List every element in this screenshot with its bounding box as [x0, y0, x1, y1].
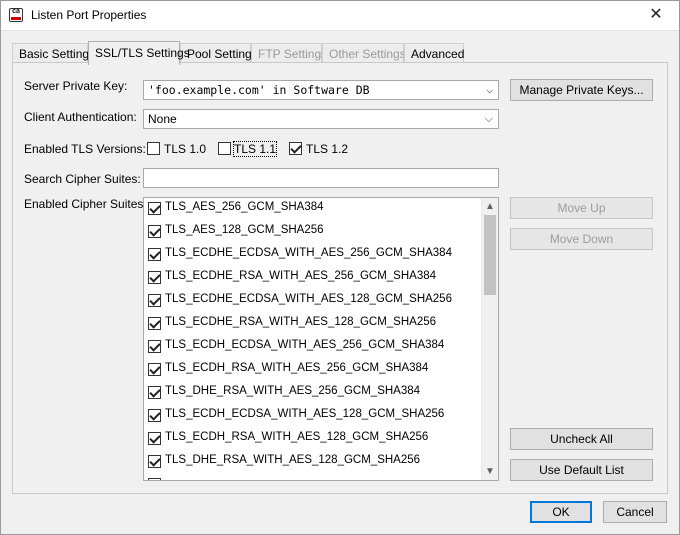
cipher-checkbox[interactable] — [148, 432, 161, 445]
tab-advanced[interactable]: Advanced — [404, 43, 464, 64]
list-item[interactable]: TLS_AES_256_GCM_SHA384 — [144, 198, 482, 221]
chevron-down-icon: ⌵ — [486, 83, 493, 96]
cipher-name: TLS_DHE_RSA_WITH_AES_128_GCM_SHA256 — [165, 454, 421, 466]
cipher-checkbox[interactable] — [148, 340, 161, 353]
tls-1-2-checkbox[interactable] — [289, 142, 302, 155]
scroll-thumb[interactable] — [484, 215, 496, 295]
uncheck-all-button[interactable]: Uncheck All — [510, 428, 653, 450]
list-item[interactable]: TLS_ECDH_RSA_WITH_AES_128_GCM_SHA256 — [144, 428, 482, 451]
list-item[interactable]: TLS_ECDHE_ECDSA_WITH_AES_256_GCM_SHA384 — [144, 244, 482, 267]
list-item[interactable]: TLS_ECDH_ECDSA_WITH_AES_128_GCM_SHA256 — [144, 405, 482, 428]
cipher-name: TLS_ECDHE_RSA_WITH_AES_128_GCM_SHA256 — [165, 316, 437, 328]
cipher-name: TLS_DHE_RSA_WITH_AES_256_GCM_SHA384 — [165, 385, 421, 397]
tab-other-settings: Other Settings — [322, 43, 406, 64]
list-item[interactable]: TLS_DHE_RSA_WITH_AES_256_GCM_SHA384 — [144, 382, 482, 405]
cipher-name: TLS_ECDH_RSA_WITH_AES_256_GCM_SHA384 — [165, 362, 429, 374]
cipher-checkbox[interactable] — [148, 202, 161, 215]
cipher-name: TLS_AES_128_GCM_SHA256 — [165, 224, 324, 236]
search-cipher-input[interactable] — [143, 168, 499, 188]
tab-ftp-settings: FTP Settings — [251, 43, 327, 64]
search-cipher-label: Search Cipher Suites: — [24, 172, 141, 186]
cancel-button[interactable]: Cancel — [603, 501, 667, 523]
use-default-list-button[interactable]: Use Default List — [510, 459, 653, 481]
tab-ssl-tls-settings[interactable]: SSL/TLS Settings — [88, 41, 190, 65]
cipher-checkbox[interactable] — [148, 478, 161, 480]
tab-basic-settings[interactable]: Basic Settings — [12, 43, 95, 64]
cipher-checkbox[interactable] — [148, 455, 161, 468]
client-auth-dropdown[interactable]: None ⌵ — [143, 109, 499, 129]
tls-1-2-label: TLS 1.2 — [306, 142, 349, 156]
tls-1-1-label: TLS 1.1 — [232, 141, 278, 157]
list-item[interactable]: TLS_ECDH_RSA_WITH_AES_256_GCM_SHA384 — [144, 359, 482, 382]
ok-button[interactable]: OK — [530, 501, 592, 523]
cipher-name: TLS_ECDH_ECDSA_WITH_AES_128_GCM_SHA256 — [165, 408, 445, 420]
cipher-checkbox[interactable] — [148, 409, 161, 422]
cipher-name: TLS_ECDHE_ECDSA_WITH_AES_256_GCM_SHA384 — [165, 247, 452, 259]
close-icon[interactable]: ✕ — [636, 3, 676, 27]
list-item[interactable]: TLS_ECDHE_ECDSA_WITH_AES_128_GCM_SHA256 — [144, 290, 482, 313]
cipher-checkbox[interactable] — [148, 317, 161, 330]
private-key-dropdown[interactable]: 'foo.example.com' in Software DB ⌵ — [143, 80, 499, 100]
tab-pool-settings[interactable]: Pool Settings — [180, 43, 258, 64]
tls-1-0-label: TLS 1.0 — [164, 142, 207, 156]
cipher-name: TLS_AES_256_GCM_SHA384 — [165, 201, 324, 213]
title-bar: ca Listen Port Properties ✕ — [0, 0, 680, 31]
list-item[interactable]: TLS_ECDH_ECDSA_WITH_AES_256_GCM_SHA384 — [144, 336, 482, 359]
tls-versions-label: Enabled TLS Versions: — [24, 142, 146, 156]
chevron-down-icon: ⌵ — [484, 113, 493, 125]
tls-1-0-checkbox[interactable] — [147, 142, 160, 155]
list-item[interactable]: TLS_AES_128_GCM_SHA256 — [144, 221, 482, 244]
client-auth-value: None — [148, 112, 177, 126]
cipher-suites-label: Enabled Cipher Suites: — [24, 197, 147, 211]
cipher-suites-list[interactable]: TLS_AES_256_GCM_SHA384 TLS_AES_128_GCM_S… — [143, 197, 499, 481]
cipher-checkbox[interactable] — [148, 271, 161, 284]
list-item[interactable]: TLS_ECDHE_RSA_WITH_AES_128_GCM_SHA256 — [144, 313, 482, 336]
manage-private-keys-button[interactable]: Manage Private Keys... — [510, 79, 653, 101]
list-item[interactable]: TLS_ECDHE_RSA_WITH_AES_256_GCM_SHA384 — [144, 267, 482, 290]
cipher-name: TLS_ECDH_RSA_WITH_AES_128_GCM_SHA256 — [165, 431, 429, 443]
client-auth-label: Client Authentication: — [24, 110, 137, 124]
cipher-name: TLS_ECDH_ECDSA_WITH_AES_256_GCM_SHA384 — [165, 339, 445, 351]
list-item-partial[interactable] — [144, 474, 482, 480]
tls-1-1-checkbox[interactable] — [218, 142, 231, 155]
cipher-name: TLS_ECDHE_RSA_WITH_AES_256_GCM_SHA384 — [165, 270, 437, 282]
window-title: Listen Port Properties — [31, 8, 147, 22]
scroll-down-arrow-icon[interactable]: ▼ — [482, 463, 498, 480]
cipher-checkbox[interactable] — [148, 386, 161, 399]
ca-logo-icon: ca — [9, 8, 23, 22]
cipher-checkbox[interactable] — [148, 294, 161, 307]
move-up-button[interactable]: Move Up — [510, 197, 653, 219]
private-key-label: Server Private Key: — [24, 79, 128, 93]
cipher-name: TLS_ECDHE_ECDSA_WITH_AES_128_GCM_SHA256 — [165, 293, 452, 305]
scroll-up-arrow-icon[interactable]: ▲ — [482, 198, 498, 215]
move-down-button[interactable]: Move Down — [510, 228, 653, 250]
list-item[interactable]: TLS_DHE_RSA_WITH_AES_128_GCM_SHA256 — [144, 451, 482, 474]
cipher-checkbox[interactable] — [148, 225, 161, 238]
private-key-value: 'foo.example.com' in Software DB — [148, 83, 370, 97]
cipher-checkbox[interactable] — [148, 363, 161, 376]
list-scrollbar[interactable]: ▲ ▼ — [481, 198, 498, 480]
cipher-checkbox[interactable] — [148, 248, 161, 261]
